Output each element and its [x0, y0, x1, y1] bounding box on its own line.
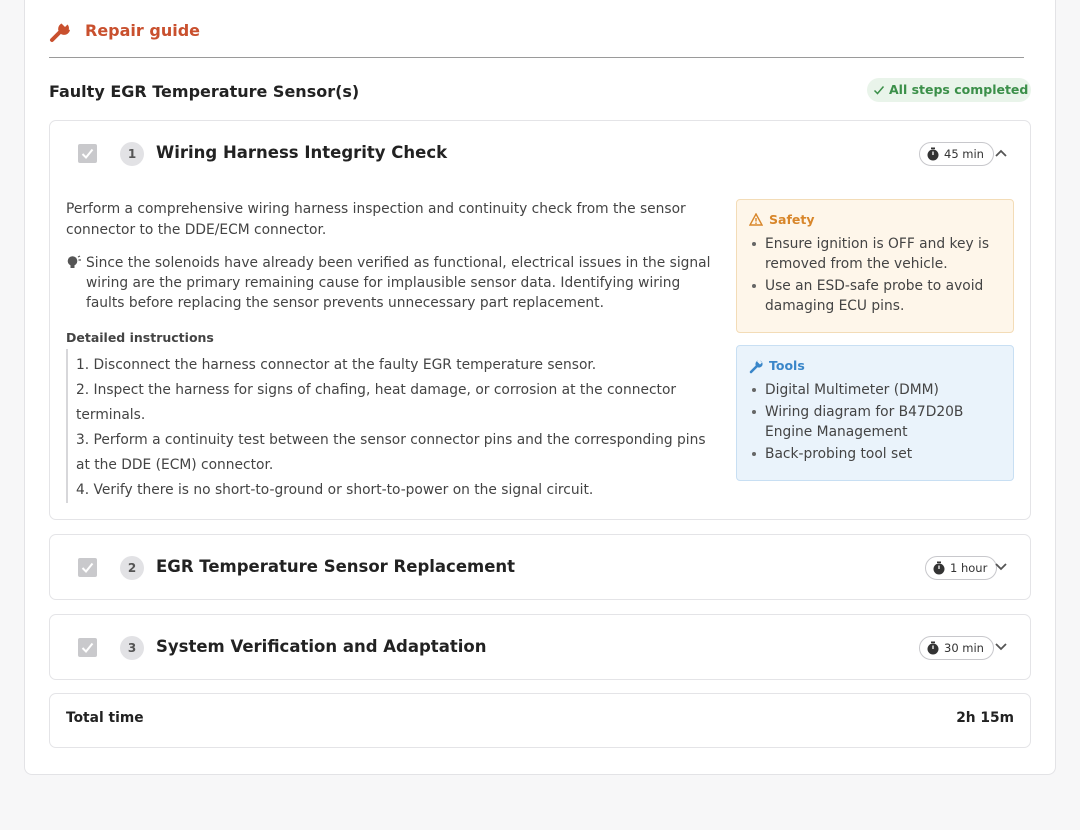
total-time-row: Total time 2h 15m [49, 693, 1031, 748]
tool-item: Back-probing tool set [749, 444, 1001, 464]
step-number: 3 [120, 636, 144, 660]
chevron-up-icon[interactable] [994, 148, 1008, 158]
total-time-value: 2h 15m [956, 710, 1014, 726]
wrench-icon [50, 20, 70, 42]
safety-item: Use an ESD-safe probe to avoid damaging … [749, 276, 1001, 316]
guide-title: Repair guide [85, 21, 200, 40]
check-icon [81, 562, 94, 573]
fault-title: Faulty EGR Temperature Sensor(s) [49, 82, 360, 101]
step-3[interactable]: 3 System Verification and Adaptation 30 … [49, 614, 1031, 680]
safety-title: Safety [769, 212, 815, 227]
instructions-list: 1. Disconnect the harness connector at t… [66, 349, 716, 503]
step-number: 2 [120, 556, 144, 580]
step-2-checkbox[interactable] [78, 558, 97, 577]
time-badge: 45 min [919, 142, 994, 166]
stopwatch-icon [927, 641, 939, 655]
step-1: 1 Wiring Harness Integrity Check 45 min … [49, 120, 1031, 520]
tip-block: Since the solenoids have already been ve… [66, 253, 716, 313]
lightbulb-icon [67, 255, 81, 268]
status-badge: All steps completed [867, 78, 1031, 102]
tool-item: Digital Multimeter (DMM) [749, 380, 1001, 400]
step-3-header[interactable]: 3 System Verification and Adaptation 30 … [50, 615, 1030, 681]
step-number: 1 [120, 142, 144, 166]
stopwatch-icon [933, 561, 945, 575]
time-badge: 1 hour [925, 556, 998, 580]
detailed-instructions-heading: Detailed instructions [66, 330, 214, 345]
tools-heading: Tools [749, 358, 1001, 376]
step-title: EGR Temperature Sensor Replacement [156, 557, 516, 576]
check-icon [81, 642, 94, 653]
tools-title: Tools [769, 358, 805, 373]
total-time-label: Total time [66, 710, 144, 726]
safety-box: Safety Ensure ignition is OFF and key is… [736, 199, 1014, 333]
warning-icon [749, 213, 763, 226]
chevron-down-icon[interactable] [994, 642, 1008, 652]
step-2[interactable]: 2 EGR Temperature Sensor Replacement 1 h… [49, 534, 1031, 600]
step-title: Wiring Harness Integrity Check [156, 143, 448, 162]
instruction-item: 1. Disconnect the harness connector at t… [76, 357, 597, 373]
tip-text: Since the solenoids have already been ve… [86, 255, 711, 311]
safety-heading: Safety [749, 212, 1001, 230]
tool-item: Wiring diagram for B47D20B Engine Manage… [749, 402, 1001, 442]
instruction-item: 2. Inspect the harness for signs of chaf… [76, 382, 677, 423]
time-text: 30 min [944, 641, 984, 655]
instruction-item: 4. Verify there is no short-to-ground or… [76, 482, 594, 498]
guide-header: Repair guide [49, 18, 1024, 58]
check-icon [873, 86, 885, 95]
instruction-item: 3. Perform a continuity test between the… [76, 432, 706, 473]
step-1-header[interactable]: 1 Wiring Harness Integrity Check 45 min [50, 121, 1030, 187]
step-2-header[interactable]: 2 EGR Temperature Sensor Replacement 1 h… [50, 535, 1030, 601]
chevron-down-icon[interactable] [994, 562, 1008, 572]
tools-box: Tools Digital Multimeter (DMM) Wiring di… [736, 345, 1014, 481]
time-text: 45 min [944, 147, 984, 161]
check-icon [81, 148, 94, 159]
repair-guide-card: Repair guide Faulty EGR Temperature Sens… [24, 0, 1056, 775]
status-text: All steps completed [889, 82, 1029, 97]
time-text: 1 hour [950, 561, 988, 575]
step-3-checkbox[interactable] [78, 638, 97, 657]
step-description: Perform a comprehensive wiring harness i… [66, 201, 686, 238]
step-title: System Verification and Adaptation [156, 637, 487, 656]
step-1-checkbox[interactable] [78, 144, 97, 163]
wrench-icon [749, 359, 763, 374]
time-badge: 30 min [919, 636, 994, 660]
stopwatch-icon [927, 147, 939, 161]
safety-item: Ensure ignition is OFF and key is remove… [749, 234, 1001, 274]
